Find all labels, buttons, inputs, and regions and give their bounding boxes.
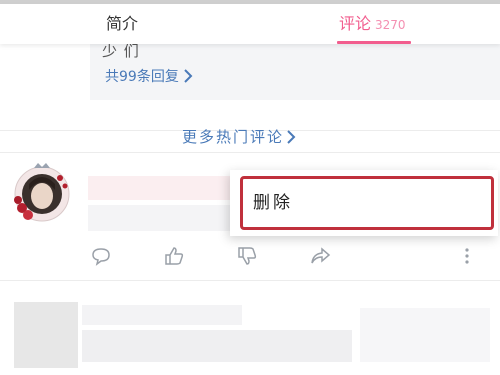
view-replies-link[interactable]: 共99条回复 xyxy=(105,66,193,86)
view-replies-label: 共99条回复 xyxy=(105,69,179,85)
more-hot-comments-link[interactable]: 更多热门评论 xyxy=(182,126,296,147)
chevron-right-icon xyxy=(287,129,296,144)
chevron-right-icon xyxy=(184,69,193,83)
blurred-avatar xyxy=(14,302,78,368)
section-divider xyxy=(0,280,500,281)
share-icon[interactable] xyxy=(309,245,331,267)
more-icon[interactable] xyxy=(456,245,478,267)
delete-menu-item[interactable]: 删除 xyxy=(240,176,494,230)
blurred-username xyxy=(82,305,242,325)
delete-label: 删除 xyxy=(253,193,293,213)
tab-comments[interactable]: 评论 3270 xyxy=(339,12,406,38)
blurred-username xyxy=(88,176,233,200)
like-icon[interactable] xyxy=(163,245,185,267)
comment-icon[interactable] xyxy=(90,245,112,267)
dislike-icon[interactable] xyxy=(236,245,258,267)
active-tab-indicator xyxy=(337,41,411,44)
blurred-comment-text xyxy=(360,308,490,362)
tab-bar: 简介 评论 3270 xyxy=(0,4,500,44)
more-hot-comments-label: 更多热门评论 xyxy=(182,128,285,146)
blurred-comment-text xyxy=(82,330,352,362)
tab-intro-label: 简介 xyxy=(106,14,139,33)
avatar[interactable] xyxy=(10,160,74,224)
comment-count: 3270 xyxy=(375,18,406,32)
tab-comments-label: 评论 xyxy=(339,14,372,33)
blurred-comment-text xyxy=(88,205,233,231)
section-divider xyxy=(0,152,500,153)
comment-context-menu: 删除 xyxy=(230,170,498,236)
tab-intro[interactable]: 简介 xyxy=(106,12,138,38)
